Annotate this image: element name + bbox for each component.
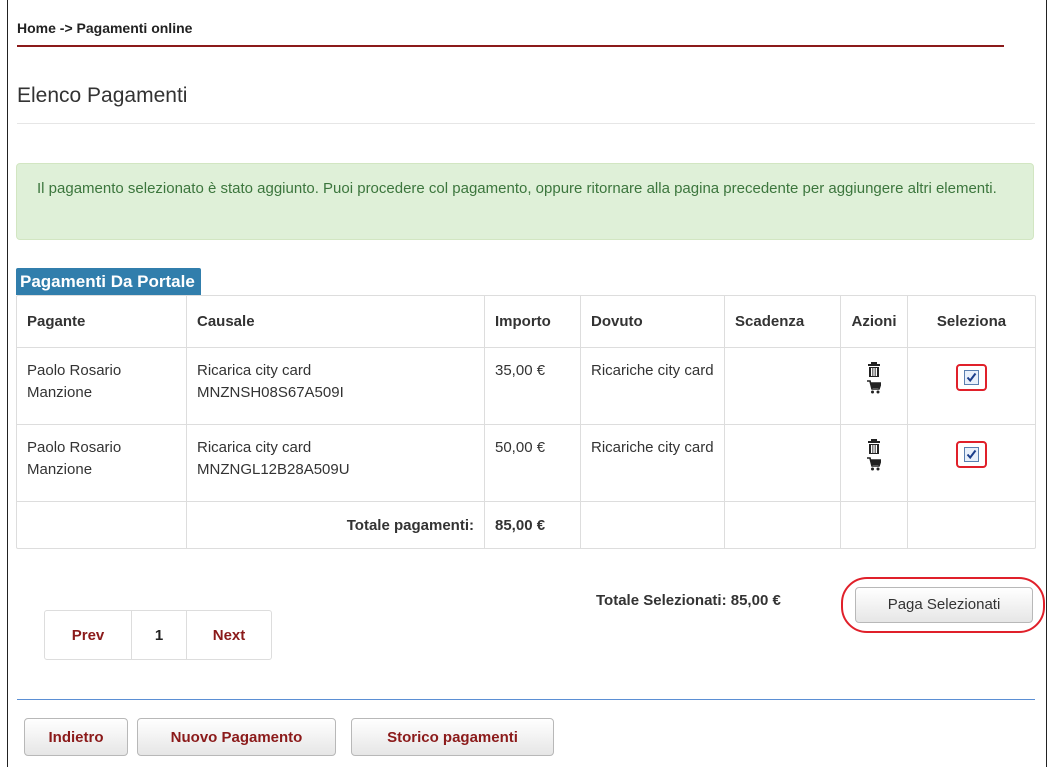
cell-importo: 50,00 € xyxy=(484,424,581,502)
pagination-page-1[interactable]: 1 xyxy=(132,611,187,659)
causale-code: MNZNGL12B28A509U xyxy=(197,461,350,478)
cell-scadenza xyxy=(724,424,841,502)
checkbox-highlight xyxy=(956,441,987,468)
cell-causale: Ricarica city card MNZNSH08S67A509I xyxy=(186,347,485,425)
table-header-row: Pagante Causale Importo Dovuto Scadenza … xyxy=(17,296,1035,348)
panel-title: Pagamenti Da Portale xyxy=(16,268,201,295)
title-divider xyxy=(17,123,1035,124)
total-row: Totale pagamenti: 85,00 € xyxy=(17,501,1036,549)
total-value: 85,00 € xyxy=(484,501,581,548)
table-row: Paolo Rosario Manzione Ricarica city car… xyxy=(17,424,1035,502)
total-empty-cell xyxy=(724,501,841,548)
header-dovuto: Dovuto xyxy=(580,296,725,348)
select-checkbox[interactable] xyxy=(964,370,979,385)
pagination: Prev 1 Next xyxy=(44,610,272,660)
total-empty-cell xyxy=(840,501,908,548)
table-row: Paolo Rosario Manzione Ricarica city car… xyxy=(17,347,1035,425)
select-checkbox[interactable] xyxy=(964,447,979,462)
payment-history-button[interactable]: Storico pagamenti xyxy=(351,718,554,756)
success-alert: Il pagamento selezionato è stato aggiunt… xyxy=(16,163,1034,240)
pagination-next[interactable]: Next xyxy=(187,611,271,659)
cell-scadenza xyxy=(724,347,841,425)
pay-selected-button[interactable]: Paga Selezionati xyxy=(855,587,1033,623)
cell-importo: 35,00 € xyxy=(484,347,581,425)
cell-azioni xyxy=(840,424,908,502)
new-payment-button[interactable]: Nuovo Pagamento xyxy=(137,718,336,756)
cell-dovuto: Ricariche city card xyxy=(580,424,725,502)
selected-total: Totale Selezionati: 85,00 € xyxy=(596,592,781,609)
header-importo: Importo xyxy=(484,296,581,348)
breadcrumb-divider xyxy=(17,45,1004,47)
cell-pagante: Paolo Rosario Manzione xyxy=(17,424,187,502)
checkmark-icon xyxy=(966,372,977,383)
header-pagante: Pagante xyxy=(17,296,187,348)
causale-description: Ricarica city card xyxy=(197,439,312,456)
cart-icon[interactable] xyxy=(867,456,883,471)
breadcrumb: Home -> Pagamenti online xyxy=(17,20,193,36)
back-button[interactable]: Indietro xyxy=(24,718,128,756)
total-label: Totale pagamenti: xyxy=(186,501,485,548)
cell-azioni xyxy=(840,347,908,425)
header-causale: Causale xyxy=(186,296,485,348)
checkmark-icon xyxy=(966,449,977,460)
total-empty-cell xyxy=(580,501,725,548)
header-azioni: Azioni xyxy=(840,296,908,348)
page-title: Elenco Pagamenti xyxy=(17,84,188,107)
header-seleziona: Seleziona xyxy=(907,296,1035,348)
footer-divider xyxy=(17,699,1035,700)
cell-pagante: Paolo Rosario Manzione xyxy=(17,347,187,425)
causale-description: Ricarica city card xyxy=(197,362,312,379)
cell-seleziona xyxy=(907,424,1035,502)
cell-causale: Ricarica city card MNZNGL12B28A509U xyxy=(186,424,485,502)
cell-dovuto: Ricariche city card xyxy=(580,347,725,425)
cell-seleziona xyxy=(907,347,1035,425)
trash-icon[interactable] xyxy=(867,439,881,454)
header-scadenza: Scadenza xyxy=(724,296,841,348)
cart-icon[interactable] xyxy=(867,379,883,394)
total-empty-cell xyxy=(908,502,1036,549)
checkbox-highlight xyxy=(956,364,987,391)
payments-table: Pagante Causale Importo Dovuto Scadenza … xyxy=(16,295,1036,549)
total-empty-cell xyxy=(17,501,187,548)
causale-code: MNZNSH08S67A509I xyxy=(197,384,344,401)
trash-icon[interactable] xyxy=(867,362,881,377)
pagination-prev[interactable]: Prev xyxy=(45,611,132,659)
